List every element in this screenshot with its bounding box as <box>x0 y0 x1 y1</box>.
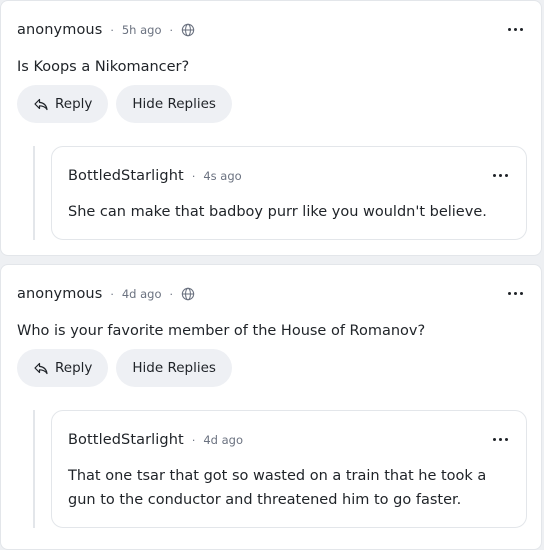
separator-dot: · <box>191 169 196 183</box>
comment-header: anonymous · 4d ago · <box>17 283 525 305</box>
comment-author[interactable]: anonymous <box>17 286 102 302</box>
reply-timestamp: 4s ago <box>203 169 242 183</box>
reply-author[interactable]: BottledStarlight <box>68 168 184 184</box>
separator-dot: · <box>110 23 114 37</box>
separator-dot: · <box>110 287 114 301</box>
reply-card: BottledStarlight · 4d ago That one tsar … <box>51 410 527 528</box>
separator-dot: · <box>169 23 174 37</box>
separator-dot: · <box>191 433 196 447</box>
more-horizontal-icon <box>492 173 496 177</box>
reply-button[interactable]: Reply <box>17 349 109 387</box>
more-horizontal-icon <box>507 27 511 31</box>
comment-actions: Reply Hide Replies <box>17 85 232 123</box>
reply-button-label: Reply <box>55 360 93 376</box>
globe-icon <box>181 287 195 301</box>
globe-icon <box>181 23 195 37</box>
comment-author[interactable]: anonymous <box>17 22 102 38</box>
separator-dot: · <box>169 287 174 301</box>
comment-card: anonymous · 5h ago · Is Koops a Nikomanc… <box>0 0 542 256</box>
more-options-button[interactable] <box>505 19 525 39</box>
comments-page: anonymous · 5h ago · Is Koops a Nikomanc… <box>0 0 544 550</box>
reply-header: BottledStarlight · 4d ago <box>68 429 510 451</box>
reply-button-label: Reply <box>55 96 93 112</box>
more-horizontal-icon <box>507 291 511 295</box>
hide-replies-button[interactable]: Hide Replies <box>116 349 232 387</box>
more-horizontal-icon <box>492 437 496 441</box>
more-options-button[interactable] <box>505 283 525 303</box>
reply-arrow-icon <box>34 362 48 375</box>
reply-timestamp: 4d ago <box>203 433 243 447</box>
reply-header: BottledStarlight · 4s ago <box>68 165 510 187</box>
comment-header: anonymous · 5h ago · <box>17 19 525 41</box>
comment-body: Who is your favorite member of the House… <box>17 323 426 339</box>
reply-author[interactable]: BottledStarlight <box>68 432 184 448</box>
hide-replies-button[interactable]: Hide Replies <box>116 85 232 123</box>
reply-body: She can make that badboy purr like you w… <box>68 204 487 220</box>
comment-body: Is Koops a Nikomancer? <box>17 59 190 75</box>
thread-line <box>33 410 35 528</box>
more-options-button[interactable] <box>490 165 510 185</box>
hide-replies-label: Hide Replies <box>132 96 216 112</box>
comment-timestamp: 5h ago <box>121 23 162 37</box>
thread-line <box>33 146 35 240</box>
reply-arrow-icon <box>34 98 48 111</box>
reply-button[interactable]: Reply <box>17 85 109 123</box>
reply-card: BottledStarlight · 4s ago She can make t… <box>51 146 527 240</box>
comment-actions: Reply Hide Replies <box>17 349 232 387</box>
comment-timestamp: 4d ago <box>121 287 162 301</box>
more-options-button[interactable] <box>490 429 510 449</box>
hide-replies-label: Hide Replies <box>132 360 216 376</box>
comment-card: anonymous · 4d ago · Who is your favorit… <box>0 264 542 550</box>
reply-body: That one tsar that got so wasted on a tr… <box>68 468 487 508</box>
